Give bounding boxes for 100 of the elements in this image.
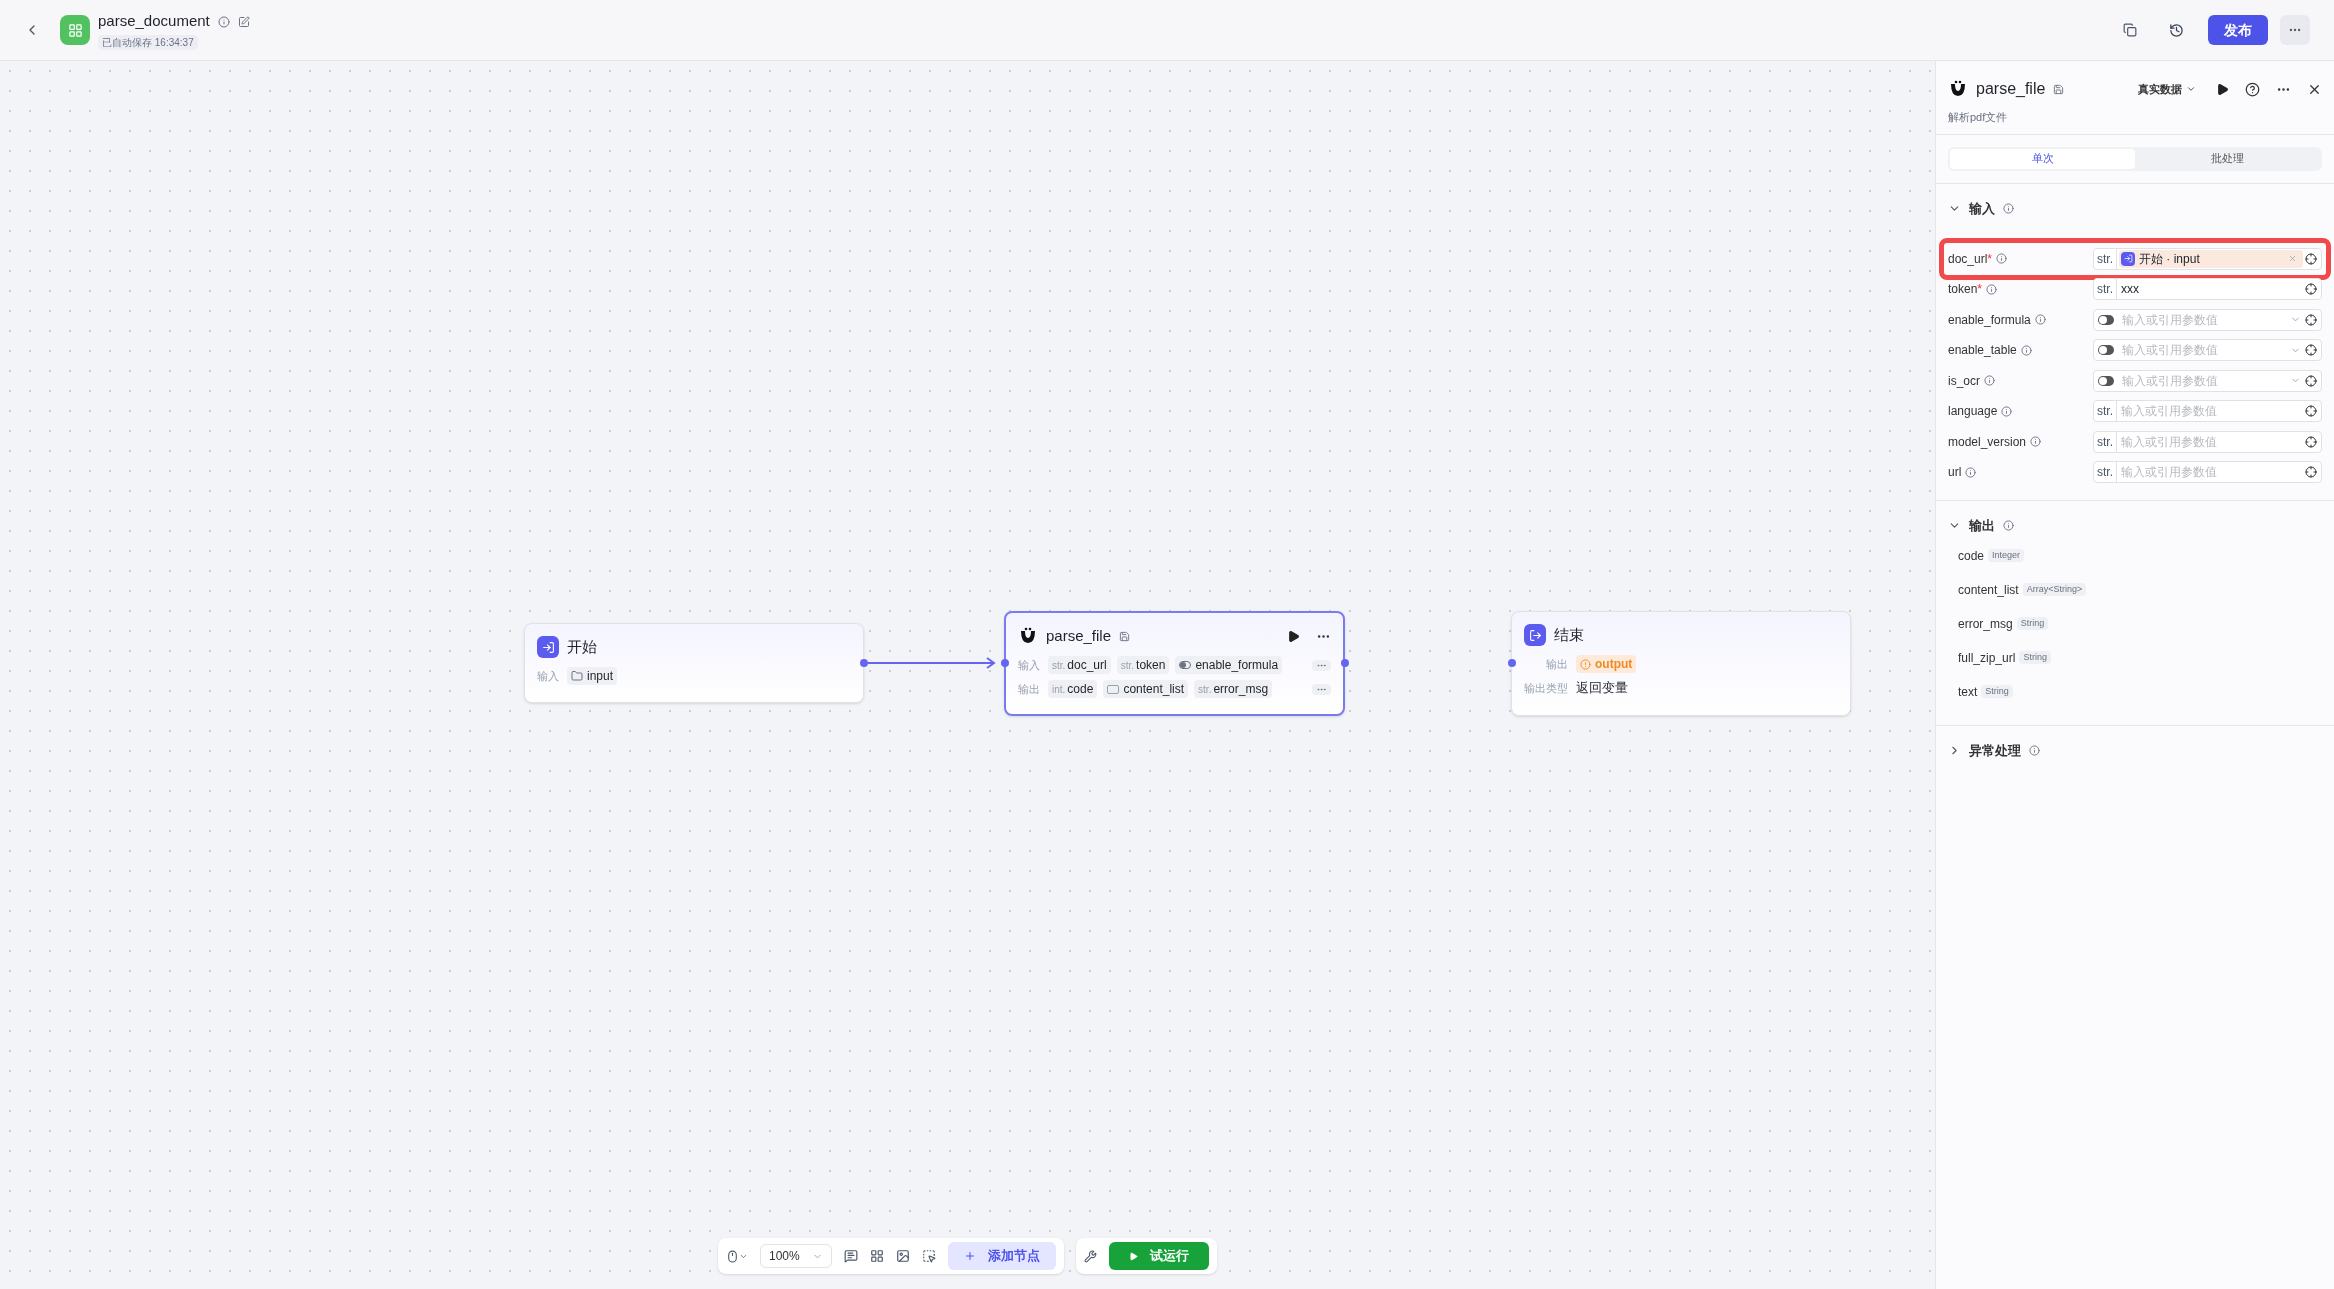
variable-name: error_msg (1213, 681, 1269, 698)
tab[interactable]: 批处理 (2135, 148, 2320, 169)
type-label: str. (2094, 431, 2117, 452)
plus-icon (963, 1250, 976, 1262)
connection-handle[interactable] (860, 659, 868, 667)
variable-name: code (1067, 681, 1094, 698)
param-name: enable_table (1948, 342, 2017, 360)
input-placeholder: 输入或引用参数值 (2121, 342, 2219, 360)
wrench-icon[interactable] (1083, 1249, 1097, 1263)
param-input[interactable]: str. 输入或引用参数值 (2093, 461, 2322, 484)
param-input[interactable]: str. 输入或引用参数值 (2093, 400, 2322, 423)
copy-icon[interactable] (2123, 23, 2137, 37)
comment-icon[interactable] (843, 1249, 858, 1263)
panel-description: 解析pdf文件 (1948, 110, 2009, 125)
caret-icon (2186, 84, 2196, 94)
reference-target-icon[interactable] (2305, 405, 2317, 418)
tab[interactable]: 单次 (1950, 148, 2135, 169)
variable-name: doc_url (1067, 657, 1107, 674)
type-label: str. (2094, 462, 2117, 483)
info-icon (2020, 344, 2032, 356)
mouse-mode-button[interactable] (726, 1249, 748, 1263)
input-placeholder: 输入或引用参数值 (2120, 403, 2218, 421)
row-label: 输入 (537, 668, 559, 684)
run-icon[interactable] (2216, 82, 2229, 96)
type-tag: String (1981, 684, 2013, 699)
node-title: 结束 (1554, 624, 1584, 645)
panel-title: parse_file (1976, 79, 2046, 99)
type-label: str. (1120, 658, 1135, 673)
end-node-icon (1524, 624, 1546, 646)
mascot-logo-icon (1018, 626, 1038, 646)
history-icon[interactable] (2169, 22, 2184, 38)
reference-target-icon[interactable] (2305, 466, 2317, 479)
connection-handle[interactable] (1001, 659, 1009, 667)
select-icon[interactable] (921, 1249, 936, 1263)
workflow-node[interactable]: 结束 输出 output 输出类型 返回变量 (1511, 611, 1851, 716)
type-label: str. (2094, 248, 2117, 269)
info-icon (2030, 436, 2042, 448)
reference-target-icon[interactable] (2305, 313, 2317, 326)
type-tag: Array<String> (2022, 582, 2087, 597)
output-name: text (1958, 683, 1978, 701)
output-name: full_zip_url (1958, 649, 2016, 667)
publish-button[interactable]: 发布 (2208, 15, 2268, 45)
workflow-node[interactable]: 开始 输入 input (524, 623, 864, 703)
start-node-icon (537, 636, 559, 658)
app-logo-icon (60, 15, 90, 45)
reference-target-icon[interactable] (2305, 374, 2317, 387)
reference-target-icon[interactable] (2305, 435, 2317, 448)
reference-target-icon[interactable] (2305, 252, 2317, 265)
input-placeholder: 输入或引用参数值 (2121, 311, 2219, 329)
minimap-icon[interactable] (895, 1249, 910, 1263)
save-icon (2053, 83, 2065, 95)
variable-name: token (1136, 657, 1166, 674)
play-icon (1128, 1251, 1138, 1261)
workflow-node[interactable]: parse_file 输入 str. doc_url str. token enable_formula 输出 int. code content_list str. error_msg (1004, 611, 1345, 716)
type-tag: String (2019, 650, 2051, 665)
variable-name: enable_formula (1195, 657, 1279, 674)
data-mode-dropdown[interactable]: 真实数据 (2138, 80, 2196, 98)
type-label: str. (1198, 682, 1212, 697)
row-label: 输出 (1018, 681, 1040, 697)
param-input[interactable]: str. 开始 · input (2093, 247, 2322, 270)
toggle-switch[interactable] (2098, 345, 2114, 356)
output-name: code (1958, 547, 1985, 565)
type-label: str. (1052, 658, 1066, 673)
reference-target-icon[interactable] (2305, 344, 2317, 357)
run-icon[interactable] (1287, 629, 1300, 643)
reference-target-icon[interactable] (2305, 283, 2317, 296)
section-title: 输入 (1969, 199, 1995, 218)
param-name: doc_url* (1948, 250, 1993, 268)
zoom-select[interactable]: 100% (760, 1244, 832, 1268)
connection-handle[interactable] (1508, 659, 1516, 667)
param-name: url (1948, 464, 1962, 482)
row-label: 输出 (1545, 656, 1568, 672)
param-input[interactable]: str. 输入或引用参数值 (2093, 430, 2322, 453)
variable-name: output (1595, 656, 1633, 673)
variable-name: content_list (1123, 681, 1185, 698)
toggle-switch[interactable] (2098, 314, 2114, 325)
node-title: 开始 (567, 636, 597, 657)
edit-icon[interactable] (237, 15, 250, 28)
warning-icon (1580, 658, 1591, 670)
info-icon (1965, 466, 1977, 478)
info-icon (2029, 745, 2040, 756)
info-icon (217, 15, 230, 28)
input-placeholder: 输入或引用参数值 (2120, 464, 2218, 482)
layout-icon[interactable] (869, 1249, 884, 1263)
help-icon[interactable] (2245, 81, 2260, 97)
mouse-icon (726, 1249, 739, 1263)
param-input[interactable]: str. xxx (2093, 278, 2322, 301)
input-placeholder: 输入或引用参数值 (2120, 433, 2218, 451)
row-label: 输出类型 (1524, 680, 1568, 696)
output-name: content_list (1958, 581, 2019, 599)
param-name: model_version (1948, 433, 2027, 451)
type-tag: String (2016, 616, 2049, 631)
info-icon (2034, 314, 2046, 326)
add-node-button[interactable]: 添加节点 (947, 1242, 1056, 1270)
array-type-icon (1107, 684, 1120, 694)
output-name: error_msg (1958, 615, 2013, 633)
info-icon (1984, 375, 1995, 387)
toggle-switch[interactable] (2098, 375, 2114, 386)
connection-handle[interactable] (1341, 659, 1349, 667)
row-label: 输入 (1018, 657, 1040, 673)
